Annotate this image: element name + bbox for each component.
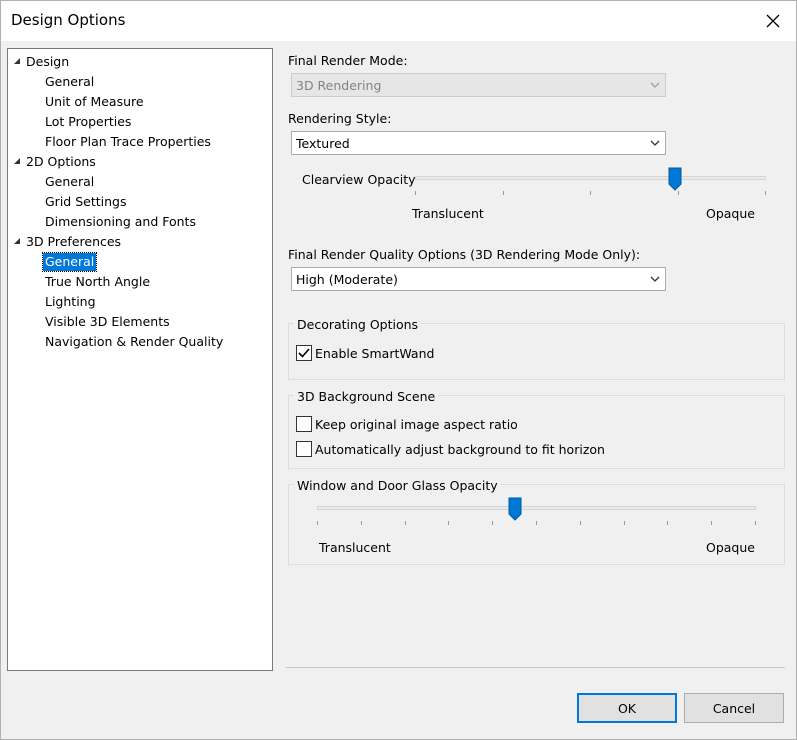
tree-item-label: Lot Properties: [45, 114, 132, 129]
tree-item-label: Lighting: [45, 294, 96, 309]
smartwand-checkbox[interactable]: [296, 345, 312, 361]
tree-item[interactable]: 2D Options: [8, 153, 272, 171]
tree-item[interactable]: Floor Plan Trace Properties: [8, 133, 272, 151]
slider-tick: [317, 521, 318, 525]
tree-item-label: Design: [26, 54, 70, 69]
glass-min-label: Translucent: [319, 540, 391, 555]
rendering-style-select[interactable]: Textured: [291, 131, 666, 155]
cancel-button-label: Cancel: [712, 700, 756, 716]
slider-tick: [711, 521, 712, 525]
rendering-style-label: Rendering Style:: [288, 111, 392, 126]
tree-item-label: 2D Options: [26, 154, 96, 169]
slider-tick: [755, 521, 756, 525]
glass-opacity-title: Window and Door Glass Opacity: [294, 478, 501, 493]
smartwand-label: Enable SmartWand: [315, 346, 435, 361]
tree-item-label: Dimensioning and Fonts: [45, 214, 196, 229]
clearview-max-label: Opaque: [706, 206, 755, 221]
tree-item[interactable]: Unit of Measure: [8, 93, 272, 111]
tree-item-label: Unit of Measure: [45, 94, 144, 109]
tree-item[interactable]: Design: [8, 53, 272, 71]
slider-thumb[interactable]: [508, 497, 522, 521]
slider-tick: [536, 521, 537, 525]
title-bar: Design Options: [1, 1, 796, 41]
window-title: Design Options: [11, 11, 126, 29]
chevron-down-icon: [650, 82, 660, 88]
tree-item[interactable]: General: [8, 173, 272, 191]
slider-track: [317, 506, 756, 510]
tree-item[interactable]: Lighting: [8, 293, 272, 311]
tree-item[interactable]: Visible 3D Elements: [8, 313, 272, 331]
tree-item-label: True North Angle: [45, 274, 151, 289]
aspect-ratio-checkbox[interactable]: [296, 416, 312, 432]
slider-tick: [678, 191, 679, 195]
final-render-mode-value: 3D Rendering: [296, 77, 382, 93]
slider-tick: [765, 191, 766, 195]
final-render-mode-label: Final Render Mode:: [288, 53, 408, 68]
tree-item[interactable]: Grid Settings: [8, 193, 272, 211]
render-quality-label: Final Render Quality Options (3D Renderi…: [288, 247, 641, 262]
background-scene-title: 3D Background Scene: [294, 389, 439, 404]
tree-item-label: Navigation & Render Quality: [45, 334, 224, 349]
glass-max-label: Opaque: [706, 540, 755, 555]
tree-item-label: 3D Preferences: [26, 234, 122, 249]
slider-tick: [405, 521, 406, 525]
tree-item[interactable]: Lot Properties: [8, 113, 272, 131]
tree-item-label: General: [45, 74, 95, 89]
aspect-ratio-label: Keep original image aspect ratio: [315, 417, 518, 432]
render-quality-value: High (Moderate): [296, 271, 398, 287]
decorating-options-title: Decorating Options: [294, 317, 422, 332]
checkmark-icon: [298, 348, 310, 358]
tree-item-label: Visible 3D Elements: [45, 314, 170, 329]
slider-tick: [492, 521, 493, 525]
tree-item-label: Grid Settings: [45, 194, 127, 209]
slider-tick: [503, 191, 504, 195]
tree-item[interactable]: True North Angle: [8, 273, 272, 291]
background-scene-group: [288, 395, 785, 469]
rendering-style-value: Textured: [296, 135, 350, 151]
clearview-opacity-label: Clearview Opacity: [302, 172, 416, 187]
close-icon: [766, 14, 780, 28]
slider-tick: [580, 521, 581, 525]
slider-thumb[interactable]: [668, 167, 682, 191]
tree-item-label: General: [45, 174, 95, 189]
tree-item-label: Floor Plan Trace Properties: [45, 134, 211, 149]
ok-button-label: OK: [617, 700, 637, 716]
cancel-button[interactable]: Cancel: [684, 693, 784, 723]
render-quality-select[interactable]: High (Moderate): [291, 267, 666, 291]
slider-tick: [667, 521, 668, 525]
ok-button[interactable]: OK: [577, 693, 677, 723]
close-button[interactable]: [750, 1, 796, 41]
glass-opacity-slider[interactable]: [317, 497, 756, 527]
design-options-dialog: Design Options Design General Unit of Meas…: [0, 0, 797, 740]
tree-item[interactable]: General: [8, 73, 272, 91]
slider-tick: [361, 521, 362, 525]
tree-item[interactable]: Dimensioning and Fonts: [8, 213, 272, 231]
slider-tick: [415, 191, 416, 195]
clearview-min-label: Translucent: [412, 206, 484, 221]
slider-tick: [624, 521, 625, 525]
slider-tick: [448, 521, 449, 525]
options-tree[interactable]: Design General Unit of Measure Lot Properti…: [7, 48, 273, 671]
chevron-down-icon: [650, 276, 660, 282]
fit-horizon-checkbox[interactable]: [296, 441, 312, 457]
clearview-opacity-slider[interactable]: [415, 167, 766, 197]
fit-horizon-label: Automatically adjust background to fit h…: [315, 442, 605, 457]
tree-item[interactable]: Navigation & Render Quality: [8, 333, 272, 351]
slider-track: [415, 176, 766, 180]
tree-item[interactable]: 3D Preferences: [8, 233, 272, 251]
chevron-down-icon: [650, 140, 660, 146]
slider-tick: [590, 191, 591, 195]
footer-divider: [286, 667, 785, 668]
tree-item[interactable]: General: [8, 252, 272, 272]
tree-item-label: General: [41, 252, 98, 272]
final-render-mode-select: 3D Rendering: [291, 73, 666, 97]
